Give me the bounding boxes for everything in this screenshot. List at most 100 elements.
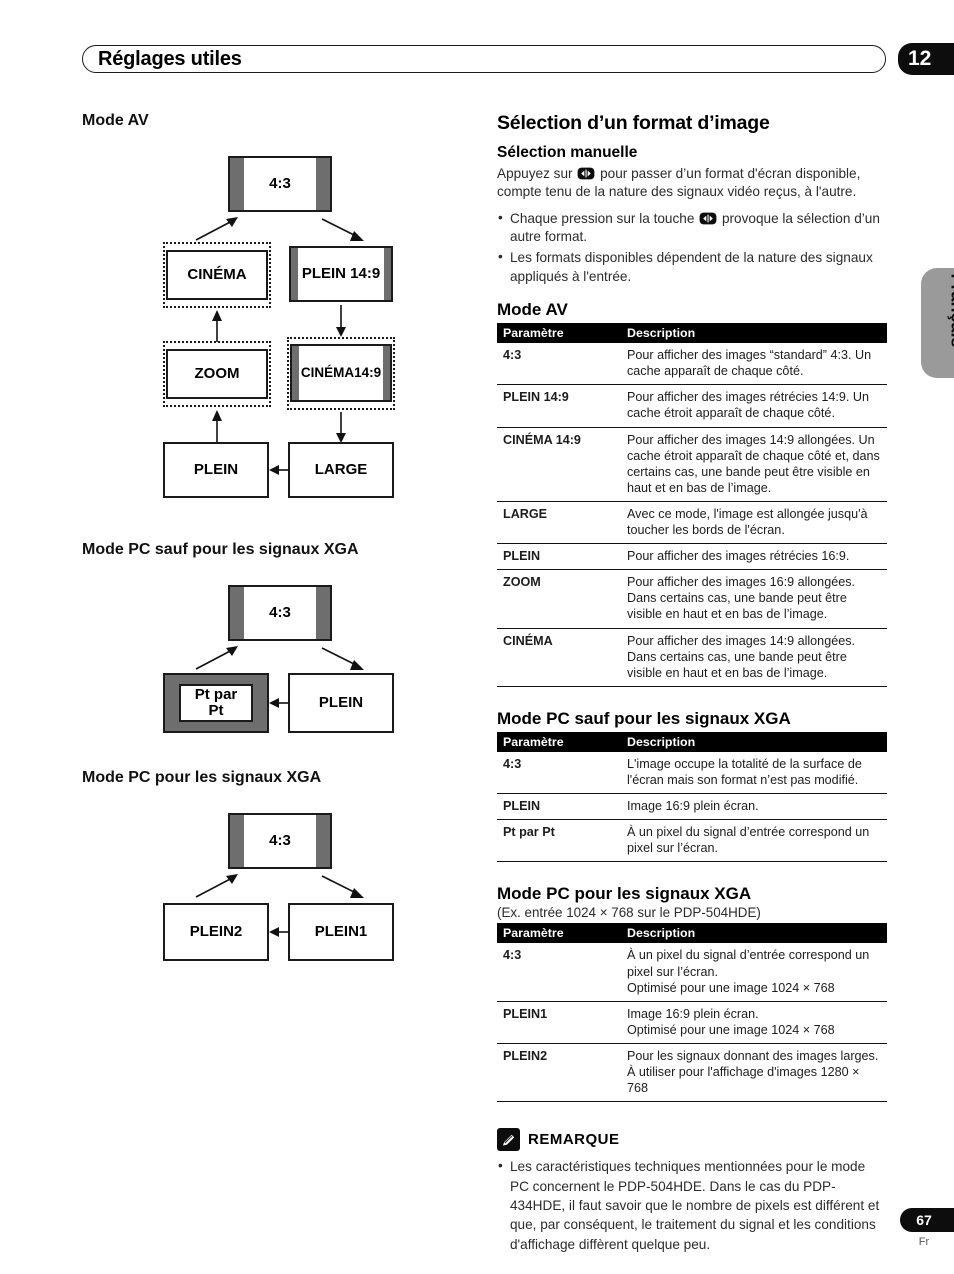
column-header-parametre: Paramètre (497, 323, 621, 344)
table-row: PLEIN Pour afficher des images rétrécies… (497, 543, 887, 571)
cell-parametre: PLEIN1 (497, 1001, 621, 1045)
arrow-large-to-plein (269, 463, 289, 477)
av-node-plein-14-9: PLEIN 14:9 (289, 246, 393, 302)
section-subtitle: Sélection manuelle (497, 144, 638, 161)
arrow-pc-4-3-to-plein (320, 645, 366, 671)
table-row: 4:3 Pour afficher des images “standard” … (497, 343, 887, 386)
heading-mode-pc-non-xga: Mode PC sauf pour les signaux XGA (82, 541, 359, 558)
screen-size-icon (577, 167, 595, 180)
cell-description: Pour les signaux donnant des images larg… (621, 1043, 887, 1103)
table-row: PLEIN 14:9 Pour afficher des images rétr… (497, 384, 887, 428)
av-node-cinema14-9-cropmarks: CINÉMA14:9 (287, 337, 395, 410)
cell-parametre: ZOOM (497, 569, 621, 629)
arrow-plein14-9-to-cinema14-9 (335, 305, 347, 338)
table-row: LARGE Avec ce mode, l'image est allongée… (497, 501, 887, 545)
cell-description: Pour afficher des images “standard” 4:3.… (621, 343, 887, 386)
table-heading-pc-xga: Mode PC pour les signaux XGA (497, 884, 752, 904)
pt-par-pt-line1: Pt par (194, 686, 238, 704)
cell-parametre: PLEIN2 (497, 1043, 621, 1103)
pc-node-plein: PLEIN (288, 673, 394, 733)
table-header-row: Paramètre Description (497, 731, 887, 752)
cell-parametre: CINÉMA 14:9 (497, 427, 621, 502)
cell-description: Image 16:9 plein écran. (621, 793, 887, 821)
table-row: ZOOM Pour afficher des images 16:9 allon… (497, 569, 887, 629)
intro-text-a: Appuyez sur (497, 166, 577, 181)
chapter-badge: 12 (898, 43, 954, 75)
av-node-plein: PLEIN (163, 442, 269, 498)
cell-parametre: CINÉMA (497, 628, 621, 687)
cell-description: Pour afficher des images rétrécies 14:9.… (621, 384, 887, 428)
remarque-block: REMARQUE Les caractéristiques techniques… (497, 1128, 887, 1253)
cell-description: Pour afficher des images 14:9 allongées.… (621, 427, 887, 502)
heading-mode-av: Mode AV (82, 112, 149, 129)
table-row: PLEIN Image 16:9 plein écran. (497, 793, 887, 821)
pc-mode-flow-diagram: 4:3 Pt par Pt PLEIN (82, 571, 482, 753)
cell-parametre: 4:3 (497, 343, 621, 386)
pc-xga-flow-diagram: 4:3 PLEIN2 PLEIN1 (82, 799, 482, 984)
cell-parametre: LARGE (497, 501, 621, 545)
column-header-parametre: Paramètre (497, 731, 621, 752)
right-column: Sélection d’un format d’image Sélection … (497, 112, 887, 1254)
cell-description: Avec ce mode, l'image est allongée jusqu… (621, 501, 887, 545)
column-header-description: Description (621, 731, 887, 752)
table-heading-pc: Mode PC sauf pour les signaux XGA (497, 708, 791, 728)
intro-paragraph: Appuyez sur pour passer d’un format d'éc… (497, 165, 887, 202)
cell-parametre: 4:3 (497, 943, 621, 1002)
av-node-zoom-cropmarks: ZOOM (163, 341, 271, 407)
section-title: Sélection d’un format d’image (497, 112, 770, 134)
pc-node-4-3: 4:3 (228, 585, 332, 641)
table-header-row: Paramètre Description (497, 323, 887, 344)
pcxga-node-4-3: 4:3 (228, 813, 332, 869)
footer-language-code: Fr (918, 1236, 930, 1248)
arrow-pc-4-3-to-ptparpt (194, 645, 240, 671)
pcxga-node-plein1: PLEIN1 (288, 903, 394, 961)
arrow-4-3-to-cinema (194, 216, 240, 242)
arrow-pc-plein-to-ptparpt (269, 696, 289, 710)
screen-size-icon (699, 212, 717, 225)
page-header: Réglages utiles (82, 45, 886, 73)
av-node-cinema: CINÉMA (166, 250, 268, 300)
table-row: Pt par Pt À un pixel du signal d’entrée … (497, 819, 887, 863)
cell-description: À un pixel du signal d’entrée correspond… (621, 943, 887, 1002)
table-mode-pc: Paramètre Description 4:3 L'image occupe… (497, 731, 887, 863)
remarque-list: Les caractéristiques techniques mentionn… (497, 1156, 887, 1253)
cell-parametre: PLEIN (497, 793, 621, 821)
av-node-cinema-cropmarks: CINÉMA (163, 242, 271, 308)
cell-description: L'image occupe la totalité de la surface… (621, 751, 887, 795)
column-header-description: Description (621, 323, 887, 344)
table-mode-pc-xga: Paramètre Description 4:3 À un pixel du … (497, 923, 887, 1103)
av-node-zoom: ZOOM (166, 349, 268, 399)
table-row: CINÉMA Pour afficher des images 14:9 all… (497, 628, 887, 687)
remarque-title: REMARQUE (528, 1131, 620, 1149)
cell-parametre: PLEIN (497, 543, 621, 571)
cell-parametre: 4:3 (497, 751, 621, 795)
table-row: PLEIN2 Pour les signaux donnant des imag… (497, 1043, 887, 1103)
arrow-pcxga-4-3-to-plein1 (320, 873, 366, 899)
av-node-4-3: 4:3 (228, 156, 332, 212)
pt-par-pt-line2: Pt (208, 702, 224, 719)
arrow-pcxga-4-3-to-plein2 (194, 873, 240, 899)
table-note-pc-xga: (Ex. entrée 1024 × 768 sur le PDP-504HDE… (497, 905, 761, 921)
cell-description: Pour afficher des images 14:9 allongées.… (621, 628, 887, 687)
arrow-plein-to-zoom (211, 410, 223, 442)
language-tab-label: Français (947, 273, 954, 348)
pencil-note-icon (497, 1128, 520, 1152)
pc-node-pt-par-pt: Pt par Pt (163, 673, 269, 733)
bullet1-text-a: Chaque pression sur la touche (510, 210, 699, 226)
arrow-4-3-to-plein14-9 (320, 216, 366, 242)
pcxga-node-plein2: PLEIN2 (163, 903, 269, 961)
remarque-item: Les caractéristiques techniques mentionn… (497, 1156, 887, 1253)
heading-mode-pc-xga: Mode PC pour les signaux XGA (82, 769, 322, 786)
cell-description: Image 16:9 plein écran. Optimisé pour un… (621, 1001, 887, 1045)
cell-parametre: PLEIN 14:9 (497, 384, 621, 428)
av-node-large: LARGE (288, 442, 394, 498)
table-row: 4:3 L'image occupe la totalité de la sur… (497, 751, 887, 795)
bullet-item-2: Les formats disponibles dépendent de la … (497, 248, 887, 286)
table-header-row: Paramètre Description (497, 923, 887, 944)
cell-description: À un pixel du signal d’entrée correspond… (621, 819, 887, 863)
arrow-zoom-to-cinema (211, 310, 223, 342)
bullet-item-1: Chaque pression sur la touche provoque l… (497, 209, 887, 247)
table-row: CINÉMA 14:9 Pour afficher des images 14:… (497, 427, 887, 502)
remarque-header: REMARQUE (497, 1128, 887, 1152)
table-row: PLEIN1 Image 16:9 plein écran. Optimisé … (497, 1001, 887, 1045)
